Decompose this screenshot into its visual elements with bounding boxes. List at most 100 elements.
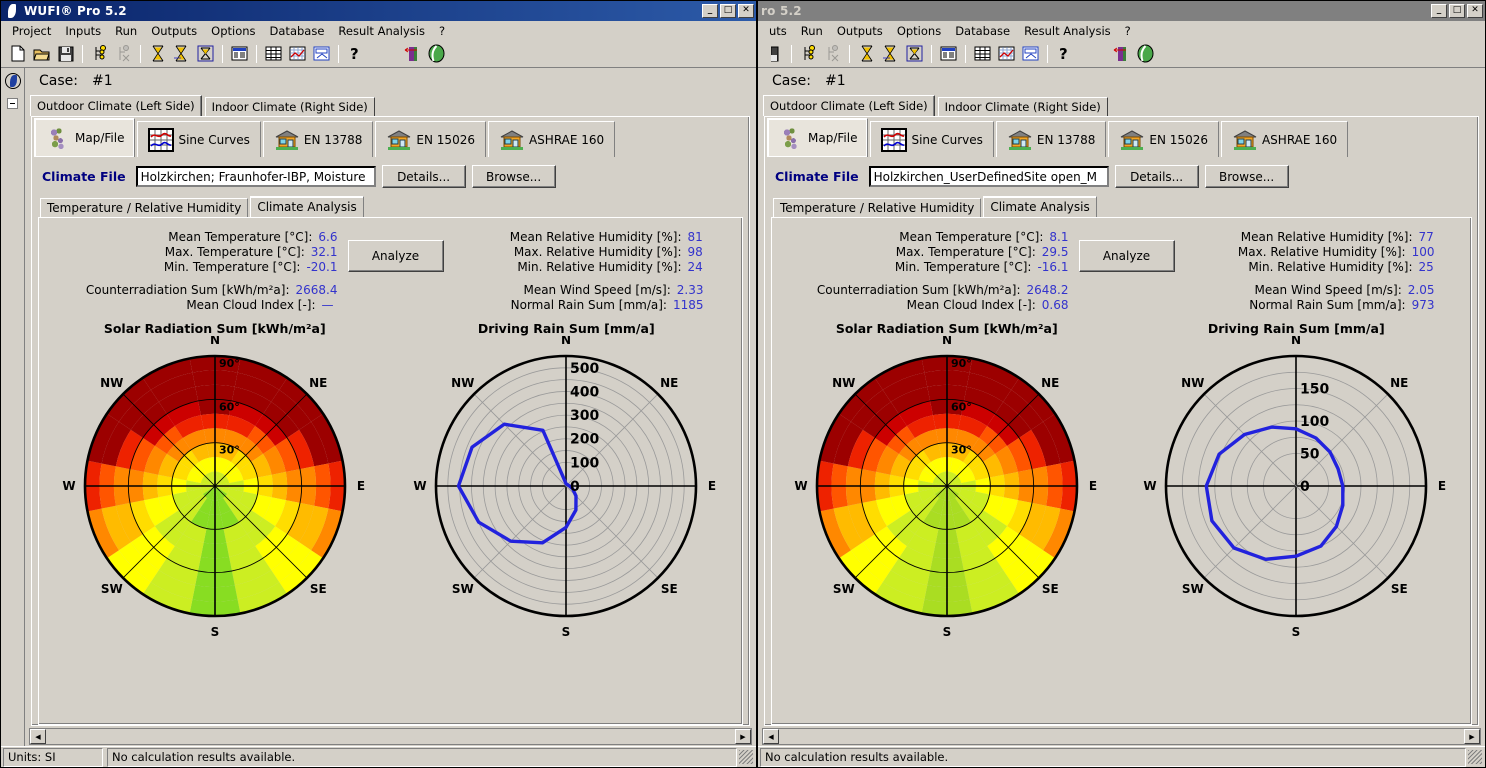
subtab-climate-analysis[interactable]: Climate Analysis	[983, 196, 1096, 217]
titlebar-left[interactable]: WUFI® Pro 5.2 _ □ ✕	[1, 1, 756, 21]
table-icon[interactable]	[262, 43, 285, 65]
open-folder-icon[interactable]	[30, 43, 53, 65]
menubar-right[interactable]: uts Run Outputs Options Database Result …	[758, 21, 1485, 40]
scroll-left-arrow[interactable]: ◀	[763, 729, 779, 744]
menu-inputs[interactable]: Inputs	[58, 23, 108, 39]
toolbar-left[interactable]: ?	[1, 40, 756, 68]
tab-sine-curves[interactable]: Sine Curves	[137, 121, 260, 157]
scrollbar-track[interactable]	[46, 729, 735, 744]
menu-outputs[interactable]: Outputs	[144, 23, 204, 39]
delete-case-icon[interactable]	[112, 43, 135, 65]
wufi-logo-icon[interactable]	[425, 43, 448, 65]
hourglass-stop-icon[interactable]	[194, 43, 217, 65]
tab-ashrae-160[interactable]: ASHRAE 160	[1221, 121, 1348, 157]
save-disk-icon[interactable]	[763, 43, 786, 65]
graph-icon[interactable]	[286, 43, 309, 65]
tree-collapse-toggle[interactable]	[7, 98, 18, 109]
climate-subtabs-left[interactable]: Temperature / Relative Humidity Climate …	[38, 196, 743, 217]
window-controls[interactable]: _ □ ✕	[702, 4, 754, 18]
project-tree-strip[interactable]	[1, 68, 25, 746]
report-icon[interactable]	[228, 43, 251, 65]
scrollbar-track[interactable]	[779, 729, 1464, 744]
minimize-button[interactable]: _	[1431, 4, 1447, 18]
project-root-icon[interactable]	[4, 72, 22, 90]
horizontal-scrollbar-right[interactable]: ◀ ▶	[762, 728, 1481, 745]
details-button[interactable]: Details...	[382, 165, 466, 188]
analyze-button[interactable]: Analyze	[1079, 240, 1175, 272]
menu-result-analysis[interactable]: Result Analysis	[1017, 23, 1118, 39]
details-button[interactable]: Details...	[1115, 165, 1199, 188]
menu-outputs[interactable]: Outputs	[830, 23, 890, 39]
menu-help[interactable]: ?	[1118, 23, 1138, 39]
menu-inputs[interactable]: uts	[762, 23, 794, 39]
menubar-left[interactable]: Project Inputs Run Outputs Options Datab…	[1, 21, 756, 40]
hourglass-batch-icon[interactable]	[879, 43, 902, 65]
outer-tabs-right[interactable]: Outdoor Climate (Left Side) Indoor Clima…	[758, 94, 1485, 116]
hourglass-stop-icon[interactable]	[903, 43, 926, 65]
tab-outdoor-climate[interactable]: Outdoor Climate (Left Side)	[763, 95, 935, 116]
check-case-icon[interactable]	[88, 43, 111, 65]
horizontal-scrollbar-left[interactable]: ◀ ▶	[29, 728, 752, 745]
help-question-icon[interactable]: ?	[344, 45, 365, 63]
film-icon[interactable]	[1019, 43, 1042, 65]
browse-button[interactable]: Browse...	[472, 165, 556, 188]
browse-button[interactable]: Browse...	[1205, 165, 1289, 188]
hourglass-icon[interactable]	[855, 43, 878, 65]
icon-tabs-left[interactable]: Map/File Sine Curves EN 13	[32, 117, 749, 157]
outer-tabs-left[interactable]: Outdoor Climate (Left Side) Indoor Clima…	[25, 94, 756, 116]
table-icon[interactable]	[971, 43, 994, 65]
close-button[interactable]: ✕	[738, 4, 754, 18]
climate-subtabs-right[interactable]: Temperature / Relative Humidity Climate …	[771, 196, 1472, 217]
climate-file-input[interactable]: Holzkirchen; Fraunhofer-IBP, Moisture	[136, 166, 376, 187]
menu-result-analysis[interactable]: Result Analysis	[331, 23, 432, 39]
tab-sine-curves[interactable]: Sine Curves	[870, 121, 993, 157]
subtab-climate-analysis[interactable]: Climate Analysis	[250, 196, 363, 217]
wufi-window-left[interactable]: WUFI® Pro 5.2 _ □ ✕ Project Inputs Run O…	[0, 0, 757, 768]
menu-database[interactable]: Database	[263, 23, 332, 39]
tab-outdoor-climate[interactable]: Outdoor Climate (Left Side)	[30, 95, 202, 116]
wufi-logo-icon[interactable]	[1134, 43, 1157, 65]
new-file-icon[interactable]	[6, 43, 29, 65]
menu-database[interactable]: Database	[948, 23, 1017, 39]
save-disk-icon[interactable]	[54, 43, 77, 65]
tab-indoor-climate[interactable]: Indoor Climate (Right Side)	[205, 97, 375, 116]
resize-grip[interactable]	[1468, 750, 1482, 764]
hourglass-batch-icon[interactable]	[170, 43, 193, 65]
tab-en-13788[interactable]: EN 13788	[996, 121, 1107, 157]
report-icon[interactable]	[937, 43, 960, 65]
film-icon[interactable]	[310, 43, 333, 65]
check-case-icon[interactable]	[797, 43, 820, 65]
icon-tabs-right[interactable]: Map/File Sine Curves EN 13	[765, 117, 1478, 157]
scroll-left-arrow[interactable]: ◀	[30, 729, 46, 744]
toolbar-right[interactable]: ?	[758, 40, 1485, 68]
scroll-right-arrow[interactable]: ▶	[735, 729, 751, 744]
delete-case-icon[interactable]	[821, 43, 844, 65]
help-question-icon[interactable]: ?	[1053, 45, 1074, 63]
assembly-icon[interactable]	[1110, 43, 1133, 65]
menu-run[interactable]: Run	[108, 23, 144, 39]
graph-icon[interactable]	[995, 43, 1018, 65]
close-button[interactable]: ✕	[1467, 4, 1483, 18]
menu-project[interactable]: Project	[5, 23, 58, 39]
tab-en-13788[interactable]: EN 13788	[263, 121, 374, 157]
maximize-button[interactable]: □	[720, 4, 736, 18]
maximize-button[interactable]: □	[1449, 4, 1465, 18]
tab-en-15026[interactable]: EN 15026	[1108, 121, 1219, 157]
scroll-right-arrow[interactable]: ▶	[1464, 729, 1480, 744]
wufi-window-right[interactable]: ro 5.2 _ □ ✕ uts Run Outputs Options Dat…	[757, 0, 1486, 768]
subtab-temperature-rh[interactable]: Temperature / Relative Humidity	[773, 198, 981, 217]
assembly-icon[interactable]	[401, 43, 424, 65]
resize-grip[interactable]	[739, 750, 753, 764]
tab-map-file[interactable]: Map/File	[34, 118, 135, 157]
tab-map-file[interactable]: Map/File	[767, 118, 868, 157]
analyze-button[interactable]: Analyze	[348, 240, 444, 272]
climate-file-input[interactable]: Holzkirchen_UserDefinedSite open_M	[869, 166, 1109, 187]
menu-run[interactable]: Run	[794, 23, 830, 39]
minimize-button[interactable]: _	[702, 4, 718, 18]
tab-en-15026[interactable]: EN 15026	[375, 121, 486, 157]
menu-options[interactable]: Options	[204, 23, 262, 39]
window-controls[interactable]: _ □ ✕	[1431, 4, 1483, 18]
menu-help[interactable]: ?	[432, 23, 452, 39]
hourglass-icon[interactable]	[146, 43, 169, 65]
tab-ashrae-160[interactable]: ASHRAE 160	[488, 121, 615, 157]
